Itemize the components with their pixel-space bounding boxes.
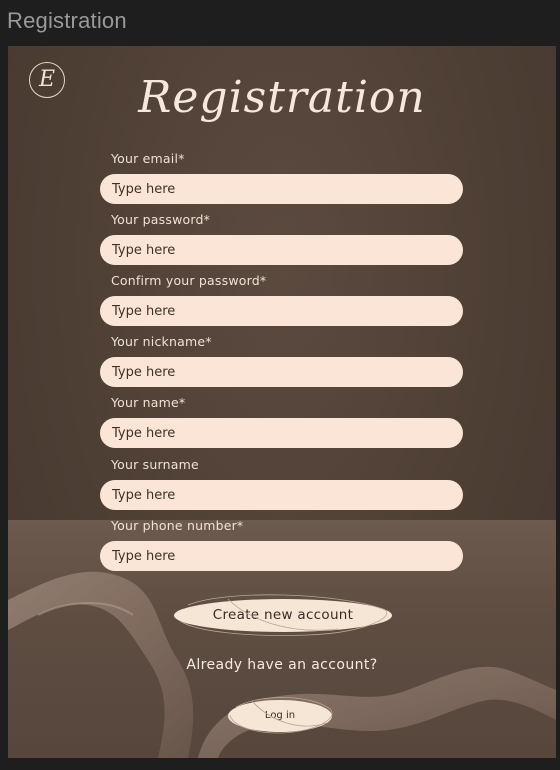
- name-field[interactable]: [100, 418, 463, 448]
- email-label: Your email*: [111, 151, 185, 166]
- page-title: Registration: [138, 72, 426, 123]
- phone-field[interactable]: [100, 541, 463, 571]
- phone-label: Your phone number*: [111, 518, 244, 533]
- confirm-password-field[interactable]: [100, 296, 463, 326]
- password-field[interactable]: [100, 235, 463, 265]
- nickname-label: Your nickname*: [111, 334, 212, 349]
- surname-field[interactable]: [100, 480, 463, 510]
- login-button[interactable]: Log in: [228, 700, 332, 732]
- frame-title: Registration: [7, 8, 127, 33]
- confirm-password-label: Confirm your password*: [111, 273, 267, 288]
- email-field[interactable]: [100, 174, 463, 204]
- create-account-button[interactable]: Create new account: [174, 599, 392, 632]
- registration-card: E Registration Your email* Your password…: [8, 46, 556, 758]
- surname-label: Your surname: [111, 457, 199, 472]
- name-label: Your name*: [111, 395, 186, 410]
- password-label: Your password*: [111, 212, 211, 227]
- already-have-account-text: Already have an account?: [186, 657, 378, 673]
- nickname-field[interactable]: [100, 357, 463, 387]
